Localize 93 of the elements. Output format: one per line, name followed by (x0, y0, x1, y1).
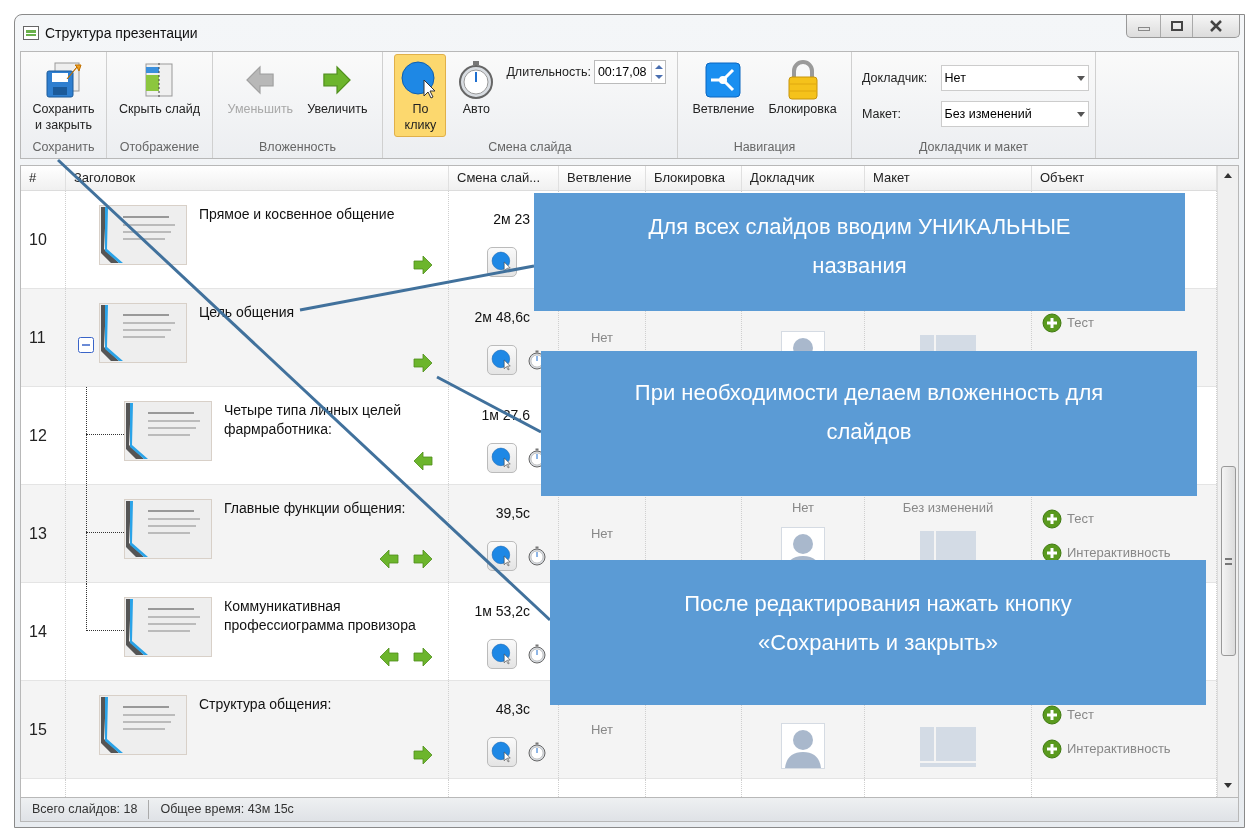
transition-time: 1м 53,2с (474, 602, 530, 621)
row-number: 12 (29, 425, 47, 446)
left-arrow-icon (378, 548, 400, 570)
window-icon (23, 25, 39, 41)
column-header[interactable]: Макет (873, 168, 910, 188)
scrollbar[interactable] (1217, 166, 1238, 797)
field-label: Макет: (862, 105, 902, 123)
left-arrow-icon (244, 64, 277, 96)
on-click-button[interactable] (487, 737, 517, 767)
close-icon (1210, 20, 1222, 32)
cursor-click-icon (491, 741, 513, 763)
ribbon-button[interactable]: Ветвление (688, 54, 759, 121)
status-text: Всего слайдов: 18 (31, 801, 139, 819)
add-icon[interactable] (1042, 705, 1062, 725)
collapse-icon[interactable] (78, 337, 94, 353)
caret-icon (1077, 111, 1085, 117)
duration-label: Длительность: (506, 63, 591, 81)
right-arrow-icon (412, 646, 434, 668)
ribbon-button[interactable]: Блокировка (764, 54, 841, 121)
transition-time: 39,5с (495, 504, 530, 523)
cursor-click-icon (491, 545, 513, 567)
branch-value: Нет (590, 721, 614, 739)
right-arrow-icon (412, 548, 434, 570)
group-label: Докладчик и макет (918, 139, 1029, 157)
ribbon-button[interactable]: Увеличить (303, 54, 372, 121)
window-title: Структура презентации (45, 23, 198, 43)
right-arrow-icon (412, 352, 434, 374)
on-click-button[interactable] (487, 443, 517, 473)
group-label: Сохранить (31, 139, 96, 157)
left-arrow-icon (412, 450, 434, 472)
group-label: Навигация (732, 139, 797, 157)
on-click-button[interactable] (487, 345, 517, 375)
column-header[interactable]: Ветвление (567, 168, 632, 188)
transition-time: 2м 48,6с (474, 308, 530, 327)
transition-time: 48,3с (495, 700, 530, 719)
dropdown[interactable]: Без изменений (940, 101, 1089, 128)
cursor-click-icon (491, 447, 513, 469)
row-number: 15 (29, 719, 47, 740)
right-arrow-icon (412, 744, 434, 766)
row-number: 11 (29, 327, 46, 348)
duration-field[interactable]: 00:17,08 (593, 60, 666, 84)
avatar-icon (781, 723, 825, 769)
column-header[interactable]: Докладчик (750, 168, 815, 188)
stopwatch-icon (527, 644, 547, 664)
right-arrow-icon (321, 64, 354, 96)
on-click-button[interactable] (487, 639, 517, 669)
column-header[interactable]: Смена слай... (457, 168, 540, 188)
branch-value: Нет (590, 525, 614, 543)
column-header[interactable]: Объект (1040, 168, 1085, 188)
row-number: 14 (29, 621, 47, 642)
branch-icon (705, 62, 742, 98)
cursor-click-icon (491, 251, 513, 273)
row-number: 10 (29, 229, 47, 250)
ribbon-button[interactable]: Сохранить и закрыть (27, 54, 100, 137)
left-arrow-icon (378, 646, 400, 668)
callout: Для всех слайдов вводим УНИКАЛЬНЫЕ названия (534, 193, 1185, 311)
add-icon[interactable] (1042, 509, 1062, 529)
cursor-click-icon (491, 643, 513, 665)
cursor-click-icon (491, 349, 513, 371)
add-icon[interactable] (1042, 313, 1062, 333)
slide-title: Структура общения: (199, 695, 333, 714)
group-label: Вложенность (257, 139, 338, 157)
group-label: Смена слайда (487, 139, 573, 157)
group-label: Отображение (118, 139, 201, 157)
slide-title: Прямое и косвенное общение (199, 205, 396, 224)
ribbon-button[interactable]: Авто (452, 54, 501, 121)
spinner-icon[interactable] (650, 62, 665, 82)
branch-value: Нет (590, 329, 614, 347)
ribbon-button[interactable]: Скрыть слайд (115, 54, 204, 121)
add-icon[interactable] (1042, 739, 1062, 759)
callout: После редактирования нажать кнопку «Сохранить и закрыть» (550, 560, 1206, 705)
ribbon-button[interactable]: По клику (394, 54, 447, 137)
callout: При необходимости делаем вложенность для слайдов (541, 351, 1197, 496)
layout-icon (920, 727, 976, 767)
padlock-icon (785, 60, 820, 100)
layout-value: Без изменений (902, 500, 994, 515)
stopwatch-icon (527, 742, 547, 762)
dropdown[interactable]: Нет (940, 65, 1089, 92)
grip-icon (1224, 557, 1232, 565)
stopwatch-icon (527, 546, 547, 566)
slide-title: Главные функции общения: (224, 499, 407, 518)
transition-time: 2м 23 (493, 210, 530, 229)
field-label: Докладчик: (862, 69, 929, 87)
save-icon (44, 61, 83, 99)
column-header[interactable]: Блокировка (654, 168, 725, 188)
status-text: Общее время: 43м 15с (148, 800, 305, 819)
on-click-button[interactable] (487, 541, 517, 571)
speaker-value: Нет (791, 500, 815, 515)
slide-title: Коммуникативная профессиограмма провизора (224, 597, 417, 635)
right-arrow-icon (412, 254, 434, 276)
row-number: 13 (29, 523, 47, 544)
caret-icon (1077, 75, 1085, 81)
column-header[interactable]: # (29, 168, 37, 188)
